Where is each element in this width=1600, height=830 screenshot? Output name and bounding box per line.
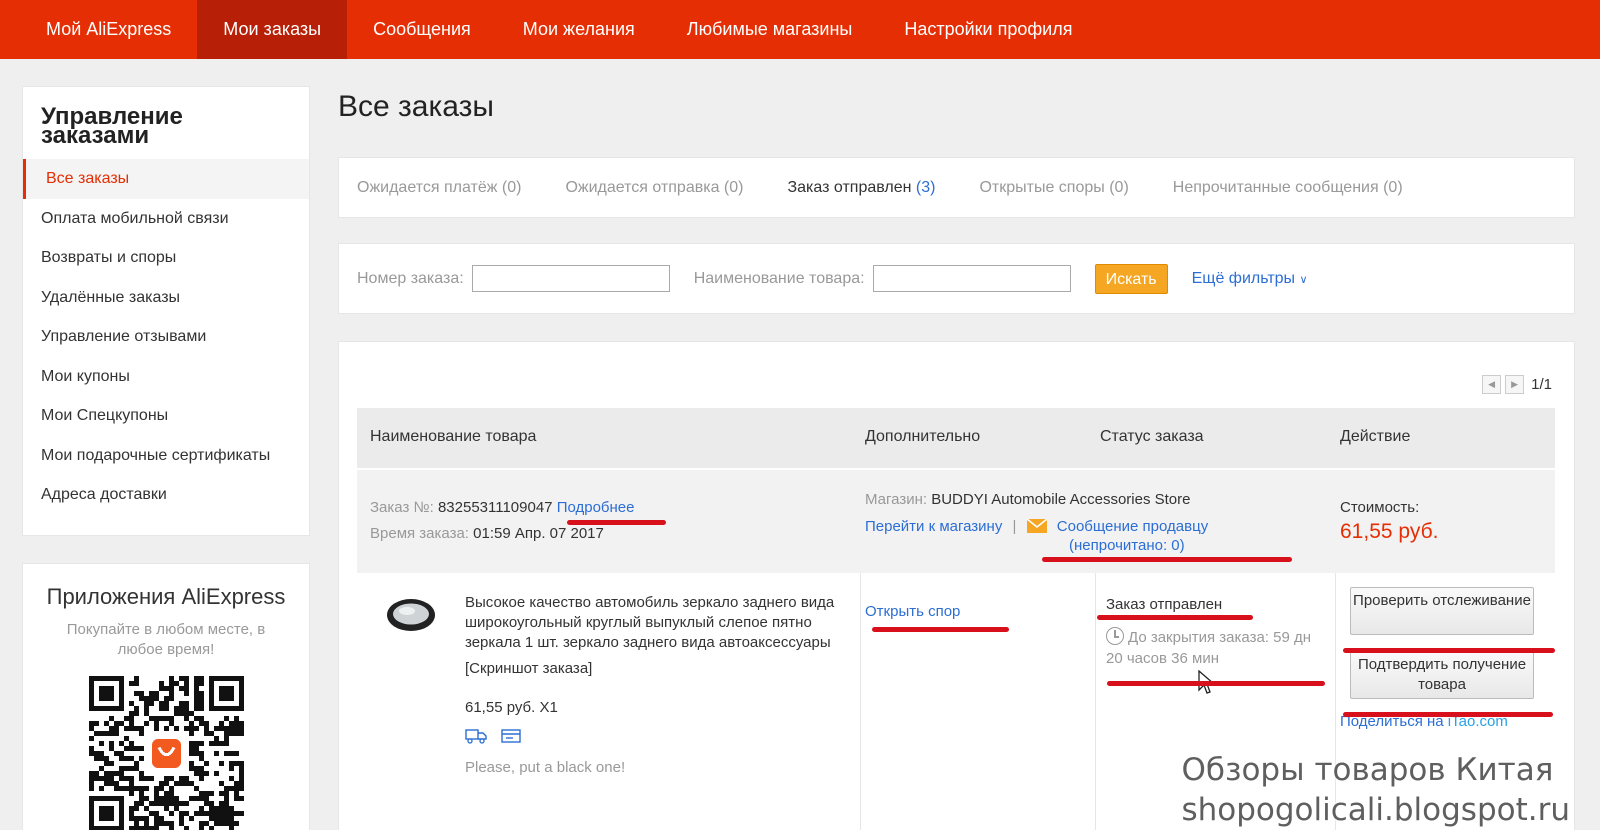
sidebar-item-shipping-addresses[interactable]: Адреса доставки xyxy=(23,475,309,515)
column-status: Статус заказа xyxy=(1100,428,1204,445)
order-countdown: До закрытия заказа: 59 дн 20 часов 36 ми… xyxy=(1106,627,1312,667)
filter-bar: Номер заказа: Наименование товара: Искат… xyxy=(338,243,1575,314)
column-divider xyxy=(860,573,861,830)
top-navigation: Мой AliExpress Мои заказы Сообщения Мои … xyxy=(0,0,1600,59)
next-page-button[interactable]: ▶ xyxy=(1505,375,1525,394)
prev-page-button[interactable]: ◀ xyxy=(1482,375,1502,394)
store-caption: Магазин: xyxy=(865,491,928,508)
tab-unread-messages[interactable]: Непрочитанные сообщения (0) xyxy=(1173,179,1403,197)
column-additional: Дополнительно xyxy=(865,428,981,445)
chevron-down-icon: ∨ xyxy=(1299,273,1308,286)
tab-awaiting-payment[interactable]: Ожидается платёж (0) xyxy=(357,179,521,197)
qr-code xyxy=(89,676,244,830)
nav-profile-settings[interactable]: Настройки профиля xyxy=(878,0,1098,59)
tab-awaiting-shipment[interactable]: Ожидается отправка (0) xyxy=(565,179,743,197)
marker-underline xyxy=(872,627,1009,632)
go-to-store-link[interactable]: Перейти к магазину xyxy=(865,518,1002,535)
order-snapshot-link[interactable]: [Скриншот заказа] xyxy=(465,659,855,679)
nav-favorite-stores[interactable]: Любимые магазины xyxy=(661,0,879,59)
sidebar-item-feedback[interactable]: Управление отзывами xyxy=(23,317,309,357)
marker-underline xyxy=(1042,557,1292,562)
order-number-input[interactable] xyxy=(471,265,670,292)
card-icon[interactable] xyxy=(501,728,521,744)
order-number: 83255311109047 xyxy=(437,499,553,516)
sidebar-item-deleted-orders[interactable]: Удалённые заказы xyxy=(23,278,309,318)
nav-wishlist[interactable]: Мои желания xyxy=(497,0,661,59)
product-name-input[interactable] xyxy=(872,265,1071,292)
marker-underline xyxy=(1097,615,1253,620)
product-info: Высокое качество автомобиль зеркало задн… xyxy=(465,593,855,778)
unread-count-link[interactable]: (непрочитано: 0) xyxy=(1069,537,1185,554)
app-promo: Приложения AliExpress Покупайте в любом … xyxy=(22,563,310,830)
confirm-receipt-button[interactable]: Подтвердить получение товара xyxy=(1350,651,1534,699)
check-tracking-button[interactable]: Проверить отслеживание xyxy=(1350,587,1534,635)
buyer-note: Please, put a black one! xyxy=(465,759,626,776)
truck-icon[interactable] xyxy=(465,728,487,744)
sidebar-item-coupons[interactable]: Мои купоны xyxy=(23,357,309,397)
order-cost: 61,55 руб. xyxy=(1340,520,1439,543)
sidebar: Управление заказами Все заказы Оплата мо… xyxy=(22,86,310,536)
marker-underline xyxy=(1343,712,1553,717)
sidebar-item-mobile-payment[interactable]: Оплата мобильной связи xyxy=(23,199,309,239)
column-divider xyxy=(1095,573,1096,830)
page-title: Все заказы xyxy=(338,90,494,123)
product-title-link[interactable]: Высокое качество автомобиль зеркало задн… xyxy=(465,593,855,653)
tab-shipped[interactable]: Заказ отправлен (3) xyxy=(787,179,935,197)
column-action: Действие xyxy=(1340,428,1411,445)
nav-messages[interactable]: Сообщения xyxy=(347,0,497,59)
page-indicator: 1/1 xyxy=(1531,376,1552,393)
watermark: Обзоры товаров Китая shopogolicali.blogs… xyxy=(1181,750,1570,830)
watermark-line-2: shopogolicali.blogspot.ru xyxy=(1181,792,1570,828)
product-image[interactable] xyxy=(385,595,437,635)
open-dispute-link[interactable]: Открыть спор xyxy=(865,603,960,620)
app-promo-title: Приложения AliExpress xyxy=(46,584,286,609)
order-details-link[interactable]: Подробнее xyxy=(557,499,635,516)
marker-underline xyxy=(1343,648,1555,653)
order-status-tabs: Ожидается платёж (0) Ожидается отправка … xyxy=(338,157,1575,218)
order-status: Заказ отправлен xyxy=(1106,596,1223,613)
sidebar-item-returns-disputes[interactable]: Возвраты и споры xyxy=(23,238,309,278)
sidebar-item-special-coupons[interactable]: Мои Спецкупоны xyxy=(23,396,309,436)
watermark-line-1: Обзоры товаров Китая xyxy=(1181,752,1554,788)
table-header: Наименование товара Дополнительно Статус… xyxy=(357,408,1555,468)
app-promo-subtitle: Покупайте в любом месте, в любое время! xyxy=(66,621,266,658)
sidebar-item-gift-cards[interactable]: Мои подарочные сертификаты xyxy=(23,436,309,476)
pagination: ◀ ▶ 1/1 xyxy=(1482,375,1552,394)
order-header: Заказ №: 83255311109047 Подробнее Время … xyxy=(357,470,1555,573)
price-quantity: 61,55 руб. X1 xyxy=(465,699,558,716)
column-product: Наименование товара xyxy=(370,428,537,445)
clock-icon xyxy=(1106,627,1124,645)
nav-my-aliexpress[interactable]: Мой AliExpress xyxy=(0,0,197,59)
cost-caption: Стоимость: xyxy=(1340,499,1420,516)
order-number-caption: Заказ №: xyxy=(370,499,434,516)
order-time: 01:59 Апр. 07 2017 xyxy=(473,525,604,542)
sidebar-item-all-orders[interactable]: Все заказы xyxy=(23,159,309,199)
search-button[interactable]: Искать xyxy=(1094,263,1168,294)
tab-open-disputes[interactable]: Открытые споры (0) xyxy=(979,179,1128,197)
envelope-icon xyxy=(1026,518,1048,533)
sidebar-title: Управление заказами xyxy=(41,103,183,149)
store-name: BUDDYI Automobile Accessories Store xyxy=(931,491,1191,508)
nav-my-orders[interactable]: Мои заказы xyxy=(197,0,348,59)
product-name-label: Наименование товара: xyxy=(693,269,865,287)
order-number-label: Номер заказа: xyxy=(357,269,464,287)
marker-underline xyxy=(567,520,666,525)
link-separator: | xyxy=(1012,518,1017,535)
more-filters-link[interactable]: Ещё фильтры ∨ xyxy=(1192,270,1308,288)
order-time-caption: Время заказа: xyxy=(370,525,469,542)
marker-underline xyxy=(1107,681,1325,686)
message-seller-link[interactable]: Сообщение продавцу xyxy=(1057,518,1208,535)
